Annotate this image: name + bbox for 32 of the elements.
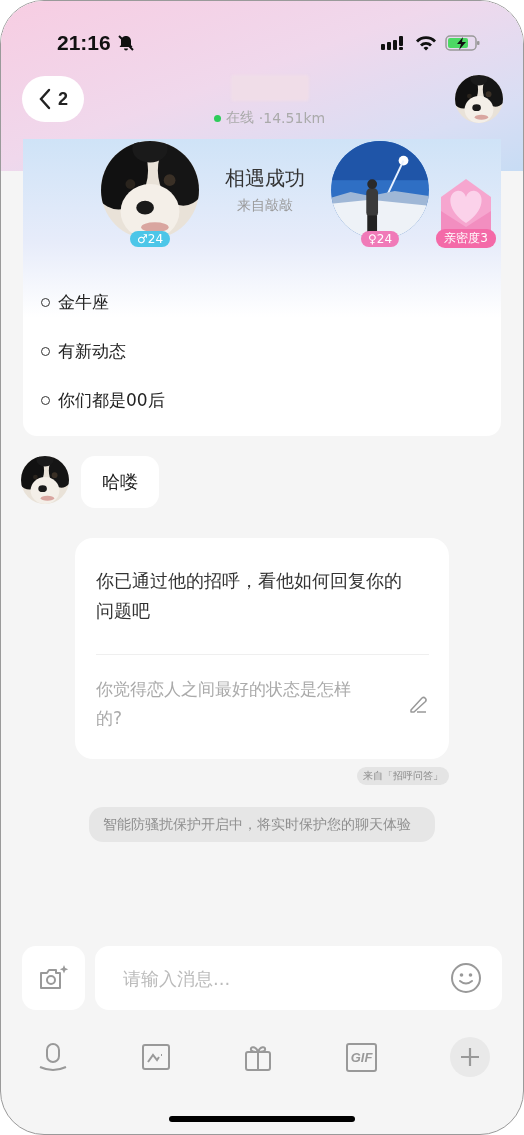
avatar[interactable] <box>455 75 503 123</box>
distance-label: ·14.51km <box>258 110 326 126</box>
message-input-field[interactable]: 请输入消息... <box>121 966 450 990</box>
unread-count: 2 <box>58 88 68 110</box>
gender-age-badge: ♂24 <box>130 231 170 247</box>
microphone-icon[interactable] <box>38 1042 68 1072</box>
add-button[interactable] <box>450 1037 490 1077</box>
match-title: 相遇成功 <box>225 165 305 192</box>
source-tag: 来自「招呼问答」 <box>357 767 449 785</box>
match-tag: 你们都是00后 <box>58 389 165 412</box>
battery-icon <box>445 34 481 52</box>
message-bubble: 哈喽 <box>81 456 159 508</box>
plus-icon <box>459 1046 481 1068</box>
wifi-icon <box>415 35 437 51</box>
camera-sparkle-icon <box>37 964 70 992</box>
match-tag: 有新动态 <box>58 340 126 363</box>
match-source: 来自敲敲 <box>237 197 293 215</box>
match-tag: 金牛座 <box>58 291 109 314</box>
question-text: 你觉得恋人之间最好的状态是怎样的? <box>96 678 352 730</box>
intimacy-badge: 亲密度3 <box>436 229 496 248</box>
question-card-title: 你已通过他的招呼，看他如何回复你的问题吧 <box>96 566 429 655</box>
back-button[interactable]: 2 <box>22 76 84 122</box>
message-composer[interactable]: 请输入消息... <box>95 946 502 1010</box>
emoji-icon[interactable] <box>450 962 482 994</box>
gender-age-badge: ♀24 <box>360 231 400 247</box>
clock-time: 21:16 <box>57 31 111 55</box>
camera-button[interactable] <box>22 946 85 1010</box>
online-status: 在线 <box>225 109 254 127</box>
avatar[interactable] <box>21 456 69 504</box>
back-chevron-icon <box>38 88 52 110</box>
image-icon[interactable] <box>140 1042 171 1072</box>
system-notice: 智能防骚扰保护开启中，将实时保护您的聊天体验 <box>89 807 435 842</box>
